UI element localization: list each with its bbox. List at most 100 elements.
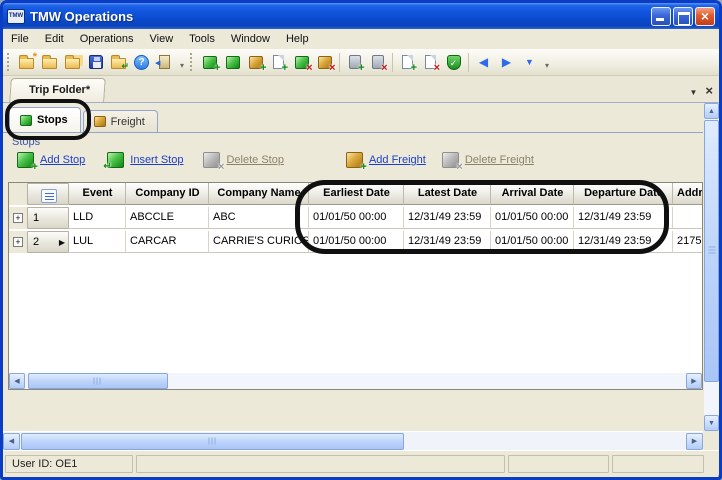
row2-company-name[interactable]: CARRIE'S CURIOSI.. [209,231,309,253]
current-row-icon [59,238,65,247]
new-trip-folder-icon[interactable] [15,51,38,73]
toolbar-overflow-icon[interactable]: ▾ [176,52,188,72]
tab-list-dropdown-icon[interactable] [689,82,697,100]
row2-earliest-date[interactable]: 01/01/50 00:00 [309,231,404,253]
scroll-down-icon[interactable]: ▼ [704,415,719,431]
open-trip-folder-icon[interactable] [38,51,61,73]
delete-freight-icon [442,152,459,168]
toolbar-overflow-icon[interactable]: ▾ [541,52,553,72]
header-latest-date[interactable]: Latest Date [404,183,491,205]
row1-number-cell[interactable]: 1 [27,207,69,229]
scroll-left-icon[interactable]: ◀ [3,433,20,450]
trip-folder-page: Stops Freight Stops Add Stop Insert Stop [3,103,703,431]
expand-plus-icon[interactable] [13,237,23,247]
menu-operations[interactable]: Operations [72,31,142,47]
maximize-button[interactable] [673,7,693,26]
menu-edit[interactable]: Edit [37,31,72,47]
header-rownum-cell[interactable] [27,183,69,205]
delete-freight-link[interactable]: Delete Freight [442,152,534,168]
header-arrival-date[interactable]: Arrival Date [491,183,574,205]
add-freight-toolbar-icon[interactable] [244,51,267,73]
row1-address[interactable] [673,207,702,229]
delete-stop-toolbar-icon[interactable] [290,51,313,73]
grid-hscroll-thumb[interactable] [28,373,168,389]
validate-shield-icon[interactable]: ✓ [442,51,465,73]
row2-number-cell[interactable]: 2 [27,231,69,253]
menu-window[interactable]: Window [223,31,278,47]
header-company-id[interactable]: Company ID [126,183,209,205]
row1-event[interactable]: LLD [69,207,126,229]
grid-row-2[interactable]: 2 LUL CARCAR CARRIE'S CURIOSI.. 01/01/50… [9,231,702,253]
row1-expander-cell[interactable] [9,207,27,229]
copy-trip-icon[interactable] [61,51,84,73]
forward-icon[interactable]: ▶ [495,51,518,73]
add-stop-link[interactable]: Add Stop [17,152,85,168]
grid-horizontal-scrollbar[interactable]: ◀ ▶ [9,373,702,389]
add-resource-icon[interactable] [343,51,366,73]
status-panel [508,455,609,473]
row1-earliest-date[interactable]: 01/01/50 00:00 [309,207,404,229]
assign-document-icon[interactable] [396,51,419,73]
minimize-button[interactable] [651,7,671,26]
resize-grip-icon[interactable] [714,471,716,473]
row1-company-id[interactable]: ABCCLE [126,207,209,229]
tab-freight[interactable]: Freight [83,110,158,132]
back-icon[interactable]: ◀ [472,51,495,73]
subtab-baseline [3,132,703,133]
scroll-left-icon[interactable]: ◀ [9,373,25,389]
remove-resource-icon[interactable] [366,51,389,73]
row1-departure-date[interactable]: 12/31/49 23:59 [574,207,673,229]
exit-icon[interactable] [153,51,176,73]
column-chooser-icon[interactable] [41,189,57,203]
expand-plus-icon[interactable] [13,213,23,223]
row1-arrival-date[interactable]: 01/01/50 00:00 [491,207,574,229]
delete-freight-toolbar-icon[interactable] [313,51,336,73]
help-icon[interactable]: ? [130,51,153,73]
toolbar: ? ▾ ✓ ◀ ▶ ▼ ▾ [3,49,719,76]
scroll-right-icon[interactable]: ▶ [686,373,702,389]
row2-event[interactable]: LUL [69,231,126,253]
header-departure-date[interactable]: Departure Date [574,183,673,205]
scroll-right-icon[interactable]: ▶ [686,433,703,450]
row1-company-name[interactable]: ABC [209,207,309,229]
row2-expander-cell[interactable] [9,231,27,253]
toolbar-grip[interactable] [190,53,195,71]
delete-stop-link[interactable]: Delete Stop [203,152,283,168]
grid-row-1[interactable]: 1 LLD ABCCLE ABC 01/01/50 00:00 12/31/49… [9,207,702,229]
new-freight-doc-icon[interactable] [267,51,290,73]
row2-latest-date[interactable]: 12/31/49 23:59 [404,231,491,253]
page-horizontal-scrollbar[interactable]: ◀ ▶ [3,431,703,450]
menu-view[interactable]: View [142,31,182,47]
add-stop-toolbar-icon[interactable] [198,51,221,73]
header-event[interactable]: Event [69,183,126,205]
delete-stop-icon [203,152,220,168]
menu-help[interactable]: Help [278,31,317,47]
page-hscroll-thumb[interactable] [21,433,404,450]
row1-latest-date[interactable]: 12/31/49 23:59 [404,207,491,229]
stop-cube-toolbar-icon[interactable] [221,51,244,73]
menu-tools[interactable]: Tools [181,31,223,47]
header-company-name[interactable]: Company Name [209,183,309,205]
row2-departure-date[interactable]: 12/31/49 23:59 [574,231,673,253]
export-folder-icon[interactable] [107,51,130,73]
row2-address[interactable]: 21751 [673,231,702,253]
tab-trip-folder[interactable]: Trip Folder* [9,78,106,102]
row2-company-id[interactable]: CARCAR [126,231,209,253]
vertical-scrollbar[interactable]: ▲ ▼ [704,103,719,431]
status-user-id: User ID: OE1 [5,455,133,473]
insert-stop-link[interactable]: Insert Stop [107,152,183,168]
toolbar-grip[interactable] [7,53,12,71]
close-button[interactable] [695,7,715,26]
save-icon[interactable] [84,51,107,73]
unassign-document-icon[interactable] [419,51,442,73]
header-address[interactable]: Addr [673,183,702,205]
menu-file[interactable]: File [3,31,37,47]
row2-arrival-date[interactable]: 01/01/50 00:00 [491,231,574,253]
header-earliest-date[interactable]: Earliest Date [309,183,404,205]
vscroll-thumb[interactable] [704,120,719,382]
tab-stops[interactable]: Stops [9,107,81,132]
scroll-up-icon[interactable]: ▲ [704,103,719,119]
add-freight-link[interactable]: Add Freight [346,152,426,168]
nav-dropdown-icon[interactable]: ▼ [518,51,541,73]
tab-close-icon[interactable] [705,82,713,100]
